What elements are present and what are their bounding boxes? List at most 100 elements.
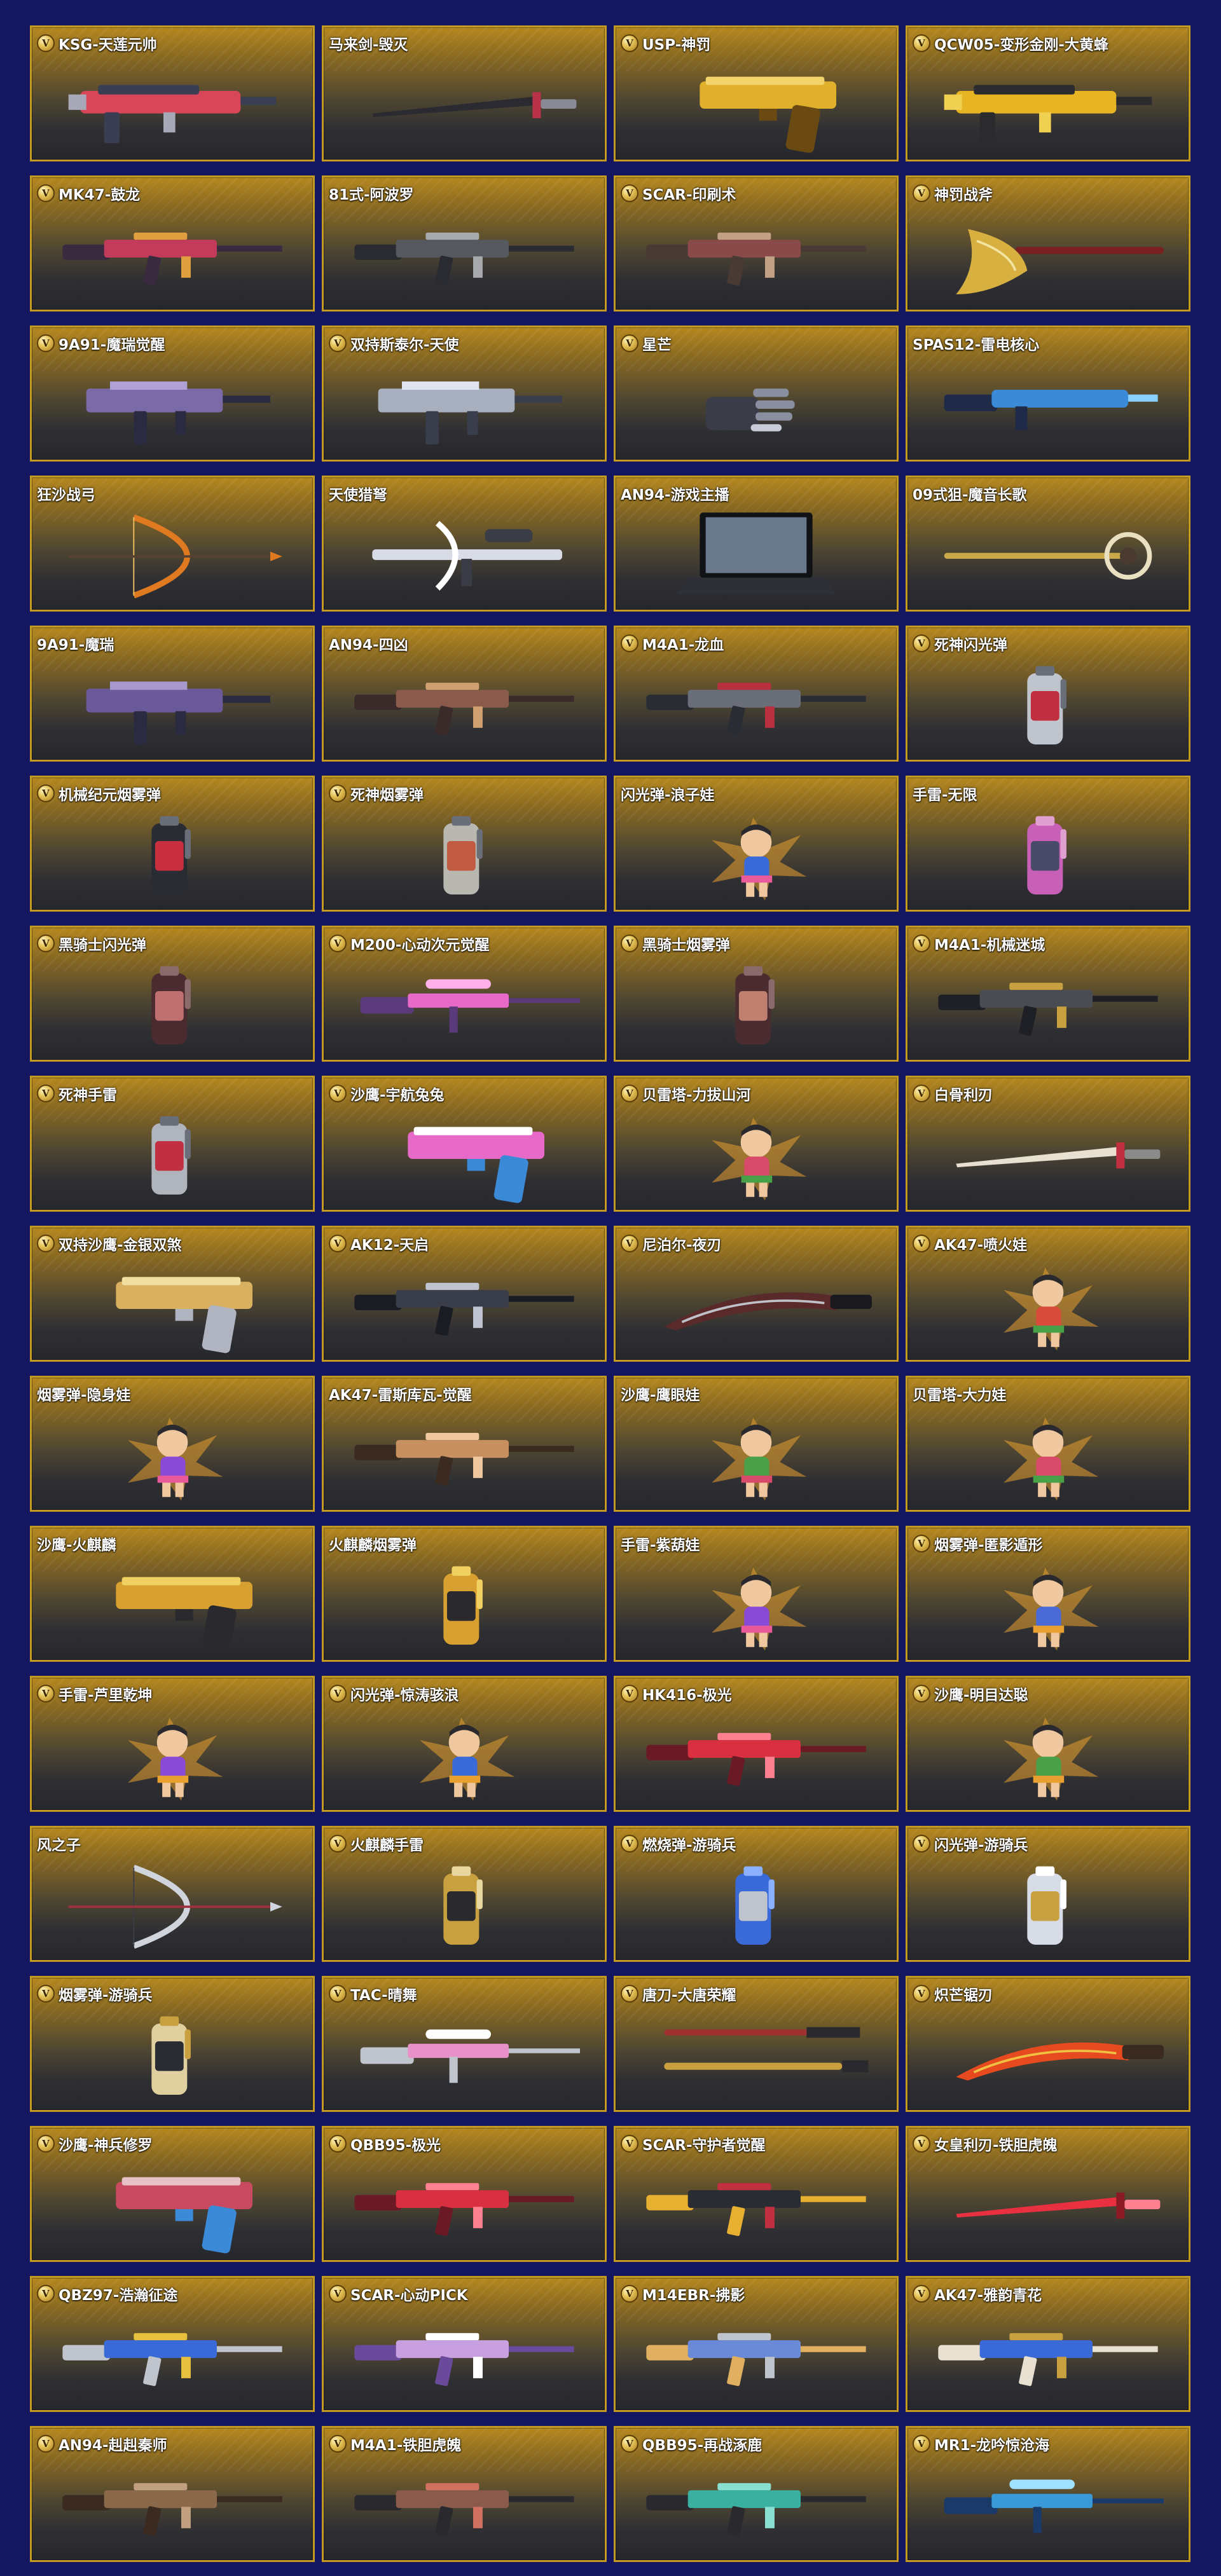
item-card[interactable]: 烟雾弹-隐身娃 (30, 1376, 315, 1512)
item-title: V 尼泊尔-夜刃 (621, 1233, 722, 1254)
item-card[interactable]: V 黑骑士烟雾弹 (614, 926, 899, 1062)
item-card[interactable]: V SCAR-心动PICK (322, 2276, 607, 2412)
item-card[interactable]: AN94-四凶 (322, 626, 607, 762)
item-name: 白骨利刃 (934, 1087, 993, 1104)
item-card[interactable]: SPAS12-雷电核心 (906, 325, 1190, 462)
item-card[interactable]: 闪光弹-浪子娃 (614, 776, 899, 912)
item-card[interactable]: 沙鹰-鹰眼娃 (614, 1376, 899, 1512)
item-card[interactable]: V 9A91-魔瑞觉醒 (30, 325, 315, 462)
item-name: M4A1-铁胆虎魄 (350, 2437, 462, 2454)
item-card[interactable]: V 炽芒锯刃 (906, 1976, 1190, 2112)
item-name: 闪光弹-浪子娃 (621, 787, 715, 804)
item-card[interactable]: V QBZ97-浩瀚征途 (30, 2276, 315, 2412)
vip-badge-icon: V (329, 1685, 347, 1702)
item-card[interactable]: V QBB95-再战涿鹿 (614, 2426, 899, 2562)
item-card[interactable]: V 死神手雷 (30, 1076, 315, 1212)
item-card[interactable]: V 手雷-芦里乾坤 (30, 1676, 315, 1812)
item-card[interactable]: V 双持斯泰尔-天使 (322, 325, 607, 462)
item-card[interactable]: V 贝雷塔-力拔山河 (614, 1076, 899, 1212)
doll-icon (38, 1706, 307, 1804)
item-card[interactable]: V 双持沙鹰-金银双煞 (30, 1226, 315, 1362)
item-card[interactable]: V QBB95-极光 (322, 2126, 607, 2262)
item-card[interactable]: 81式-阿波罗 (322, 175, 607, 312)
item-card[interactable]: V TAC-晴舞 (322, 1976, 607, 2112)
item-card[interactable]: V 沙鹰-神兵修罗 (30, 2126, 315, 2262)
item-card[interactable]: V 白骨利刃 (906, 1076, 1190, 1212)
item-title: V 双持斯泰尔-天使 (329, 332, 459, 354)
laptop-icon (622, 505, 890, 603)
item-card[interactable]: V M4A1-龙血 (614, 626, 899, 762)
item-card[interactable]: V 燃烧弹-游骑兵 (614, 1826, 899, 1962)
vip-badge-icon: V (621, 1985, 638, 2003)
vip-badge-icon: V (329, 1085, 347, 1102)
item-card[interactable]: V USP-神罚 (614, 25, 899, 161)
item-card[interactable]: V KSG-天莲元帅 (30, 25, 315, 161)
item-name: 死神闪光弹 (934, 637, 1007, 654)
item-card[interactable]: V SCAR-守护者觉醒 (614, 2126, 899, 2262)
item-card[interactable]: V AK47-喷火娃 (906, 1226, 1190, 1362)
item-name: M4A1-龙血 (642, 637, 724, 654)
item-name: M4A1-机械迷城 (934, 937, 1045, 954)
item-card[interactable]: V 机械纪元烟雾弹 (30, 776, 315, 912)
item-card[interactable]: V AK12-天启 (322, 1226, 607, 1362)
item-card[interactable]: 9A91-魔瑞 (30, 626, 315, 762)
item-card[interactable]: V 烟雾弹-游骑兵 (30, 1976, 315, 2112)
doll-icon (914, 1706, 1182, 1804)
item-card[interactable]: AN94-游戏主播 (614, 476, 899, 612)
item-name: 贝雷塔-力拔山河 (642, 1087, 751, 1104)
item-name: 马来剑-毁灭 (329, 37, 408, 53)
item-name: AN94-四凶 (329, 637, 408, 654)
item-title: V AK47-雅韵青花 (913, 2283, 1042, 2305)
item-card[interactable]: V 沙鹰-明目达聪 (906, 1676, 1190, 1812)
item-card[interactable]: V 黑骑士闪光弹 (30, 926, 315, 1062)
item-name: 手雷-紫葫娃 (621, 1537, 700, 1554)
smg-icon (330, 355, 598, 453)
doll-icon (914, 1556, 1182, 1654)
item-card[interactable]: V MR1-龙吟惊沧海 (906, 2426, 1190, 2562)
item-card[interactable]: 马来剑-毁灭 (322, 25, 607, 161)
item-name: 沙鹰-神兵修罗 (59, 2137, 153, 2154)
item-card[interactable]: V M4A1-机械迷城 (906, 926, 1190, 1062)
item-card[interactable]: V QCW05-变形金刚-大黄蜂 (906, 25, 1190, 161)
canister-icon (914, 655, 1182, 753)
item-name: 烟雾弹-隐身娃 (37, 1387, 131, 1404)
item-title: V 炽芒锯刃 (913, 1983, 993, 2004)
item-card[interactable]: V 闪光弹-惊涛骇浪 (322, 1676, 607, 1812)
item-card[interactable]: V 死神闪光弹 (906, 626, 1190, 762)
item-card[interactable]: 沙鹰-火麒麟 (30, 1526, 315, 1662)
item-card[interactable]: V 闪光弹-游骑兵 (906, 1826, 1190, 1962)
item-card[interactable]: V 火麒麟手雷 (322, 1826, 607, 1962)
item-card[interactable]: 贝雷塔-大力娃 (906, 1376, 1190, 1512)
vip-badge-icon: V (329, 2285, 347, 2303)
item-title: V QCW05-变形金刚-大黄蜂 (913, 32, 1108, 54)
item-card[interactable]: 天使猎弩 (322, 476, 607, 612)
item-card[interactable]: V 尼泊尔-夜刃 (614, 1226, 899, 1362)
item-card[interactable]: V M14EBR-拂影 (614, 2276, 899, 2412)
rifle-icon (622, 655, 890, 753)
item-name: AK47-雷斯库瓦-觉醒 (329, 1387, 472, 1404)
item-card[interactable]: V MK47-鼓龙 (30, 175, 315, 312)
item-card[interactable]: V 女皇利刃-铁胆虎魄 (906, 2126, 1190, 2262)
item-card[interactable]: V AK47-雅韵青花 (906, 2276, 1190, 2412)
item-card[interactable]: 火麒麟烟雾弹 (322, 1526, 607, 1662)
item-card[interactable]: V 烟雾弹-匿影遁形 (906, 1526, 1190, 1662)
item-card[interactable]: V 星芒 (614, 325, 899, 462)
item-card[interactable]: V SCAR-印刷术 (614, 175, 899, 312)
item-card[interactable]: V M4A1-铁胆虎魄 (322, 2426, 607, 2562)
item-card[interactable]: 手雷-无限 (906, 776, 1190, 912)
item-card[interactable]: V 神罚战斧 (906, 175, 1190, 312)
item-card[interactable]: AK47-雷斯库瓦-觉醒 (322, 1376, 607, 1512)
item-card[interactable]: 手雷-紫葫娃 (614, 1526, 899, 1662)
item-card[interactable]: V 死神烟雾弹 (322, 776, 607, 912)
item-name: SCAR-印刷术 (642, 187, 736, 203)
item-card[interactable]: 狂沙战弓 (30, 476, 315, 612)
item-name: TAC-晴舞 (350, 1987, 417, 2004)
item-card[interactable]: V 唐刀-大唐荣耀 (614, 1976, 899, 2112)
item-name: 双持斯泰尔-天使 (350, 337, 459, 353)
item-card[interactable]: V AN94-赳赳秦师 (30, 2426, 315, 2562)
item-card[interactable]: V HK416-极光 (614, 1676, 899, 1812)
item-card[interactable]: V 沙鹰-宇航兔兔 (322, 1076, 607, 1212)
item-card[interactable]: 风之子 (30, 1826, 315, 1962)
item-card[interactable]: 09式狙-魔音长歌 (906, 476, 1190, 612)
item-card[interactable]: V M200-心动次元觉醒 (322, 926, 607, 1062)
